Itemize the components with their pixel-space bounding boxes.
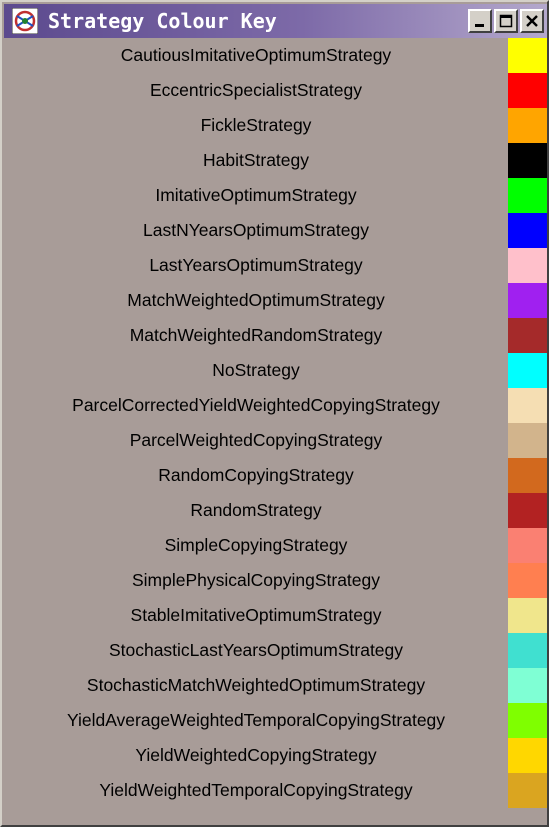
strategy-colour-swatch: [508, 563, 547, 598]
strategy-label: ParcelCorrectedYieldWeightedCopyingStrat…: [72, 395, 440, 415]
strategy-label: EccentricSpecialistStrategy: [149, 80, 363, 100]
strategy-colour-swatch: [508, 773, 547, 808]
strategy-colour-swatch: [508, 213, 547, 248]
title-bar[interactable]: Strategy Colour Key: [4, 4, 547, 38]
strategy-row: ParcelCorrectedYieldWeightedCopyingStrat…: [4, 388, 547, 423]
window-title: Strategy Colour Key: [48, 9, 277, 33]
strategy-label: RandomCopyingStrategy: [158, 465, 354, 485]
strategy-colour-swatch: [508, 633, 547, 668]
strategy-row: LastNYearsOptimumStrategy: [4, 213, 547, 248]
strategy-colour-swatch: [508, 318, 547, 353]
strategy-row: YieldWeightedTemporalCopyingStrategy: [4, 773, 547, 808]
strategy-row: MatchWeightedRandomStrategy: [4, 318, 547, 353]
strategy-label: RandomStrategy: [190, 500, 322, 520]
strategy-label: SimpleCopyingStrategy: [164, 535, 348, 555]
strategy-label: ImitativeOptimumStrategy: [155, 185, 357, 205]
strategy-row: EccentricSpecialistStrategy: [4, 73, 547, 108]
minimize-icon: [475, 24, 484, 27]
strategy-label: ParcelWeightedCopyingStrategy: [129, 430, 383, 450]
strategy-row: MatchWeightedOptimumStrategy: [4, 283, 547, 318]
strategy-row: NoStrategy: [4, 353, 547, 388]
strategy-label: HabitStrategy: [202, 150, 310, 170]
strategy-row: RandomStrategy: [4, 493, 547, 528]
close-button[interactable]: [520, 9, 544, 33]
strategy-label: FickleStrategy: [200, 115, 312, 135]
strategy-colour-swatch: [508, 108, 547, 143]
strategy-row: FickleStrategy: [4, 108, 547, 143]
strategy-colour-swatch: [508, 493, 547, 528]
strategy-colour-swatch: [508, 528, 547, 563]
strategy-row: StochasticLastYearsOptimumStrategy: [4, 633, 547, 668]
strategy-colour-swatch: [508, 38, 547, 73]
strategy-row: StableImitativeOptimumStrategy: [4, 598, 547, 633]
strategy-colour-swatch: [508, 178, 547, 213]
strategy-colour-swatch: [508, 283, 547, 318]
strategy-colour-swatch: [508, 598, 547, 633]
minimize-button[interactable]: [468, 9, 492, 33]
strategy-label: CautiousImitativeOptimumStrategy: [120, 45, 392, 65]
strategy-row: YieldAverageWeightedTemporalCopyingStrat…: [4, 703, 547, 738]
strategy-label: YieldAverageWeightedTemporalCopyingStrat…: [66, 710, 446, 730]
close-icon: [526, 15, 538, 27]
strategy-colour-swatch: [508, 423, 547, 458]
strategy-colour-swatch: [508, 143, 547, 178]
strategy-row: CautiousImitativeOptimumStrategy: [4, 38, 547, 73]
strategy-label: YieldWeightedTemporalCopyingStrategy: [99, 780, 413, 800]
strategy-label: SimplePhysicalCopyingStrategy: [131, 570, 381, 590]
maximize-icon: [499, 14, 513, 28]
strategy-label: StableImitativeOptimumStrategy: [130, 605, 382, 625]
strategy-colour-key-window: Strategy Colour Key CautiousImitativeOpt…: [0, 0, 549, 827]
strategy-label: MatchWeightedRandomStrategy: [129, 325, 383, 345]
strategy-colour-swatch: [508, 353, 547, 388]
app-icon: [12, 8, 38, 34]
strategy-label: LastNYearsOptimumStrategy: [143, 220, 369, 240]
maximize-button[interactable]: [494, 9, 518, 33]
strategy-row: ParcelWeightedCopyingStrategy: [4, 423, 547, 458]
strategy-row: YieldWeightedCopyingStrategy: [4, 738, 547, 773]
strategy-label: NoStrategy: [212, 360, 300, 380]
strategy-colour-swatch: [508, 248, 547, 283]
strategy-row: HabitStrategy: [4, 143, 547, 178]
strategy-colour-swatch: [508, 703, 547, 738]
strategy-row: RandomCopyingStrategy: [4, 458, 547, 493]
strategy-colour-swatch: [508, 458, 547, 493]
strategy-label: LastYearsOptimumStrategy: [149, 255, 363, 275]
strategy-row: ImitativeOptimumStrategy: [4, 178, 547, 213]
strategy-label: YieldWeightedCopyingStrategy: [135, 745, 377, 765]
strategy-row: StochasticMatchWeightedOptimumStrategy: [4, 668, 547, 703]
strategy-colour-list: CautiousImitativeOptimumStrategy Eccentri…: [4, 38, 547, 808]
strategy-label: StochasticMatchWeightedOptimumStrategy: [86, 675, 426, 695]
strategy-colour-swatch: [508, 73, 547, 108]
strategy-row: SimpleCopyingStrategy: [4, 528, 547, 563]
strategy-colour-swatch: [508, 388, 547, 423]
strategy-colour-swatch: [508, 738, 547, 773]
strategy-colour-swatch: [508, 668, 547, 703]
strategy-label: StochasticLastYearsOptimumStrategy: [108, 640, 404, 660]
strategy-row: SimplePhysicalCopyingStrategy: [4, 563, 547, 598]
strategy-label: MatchWeightedOptimumStrategy: [127, 290, 385, 310]
strategy-row: LastYearsOptimumStrategy: [4, 248, 547, 283]
